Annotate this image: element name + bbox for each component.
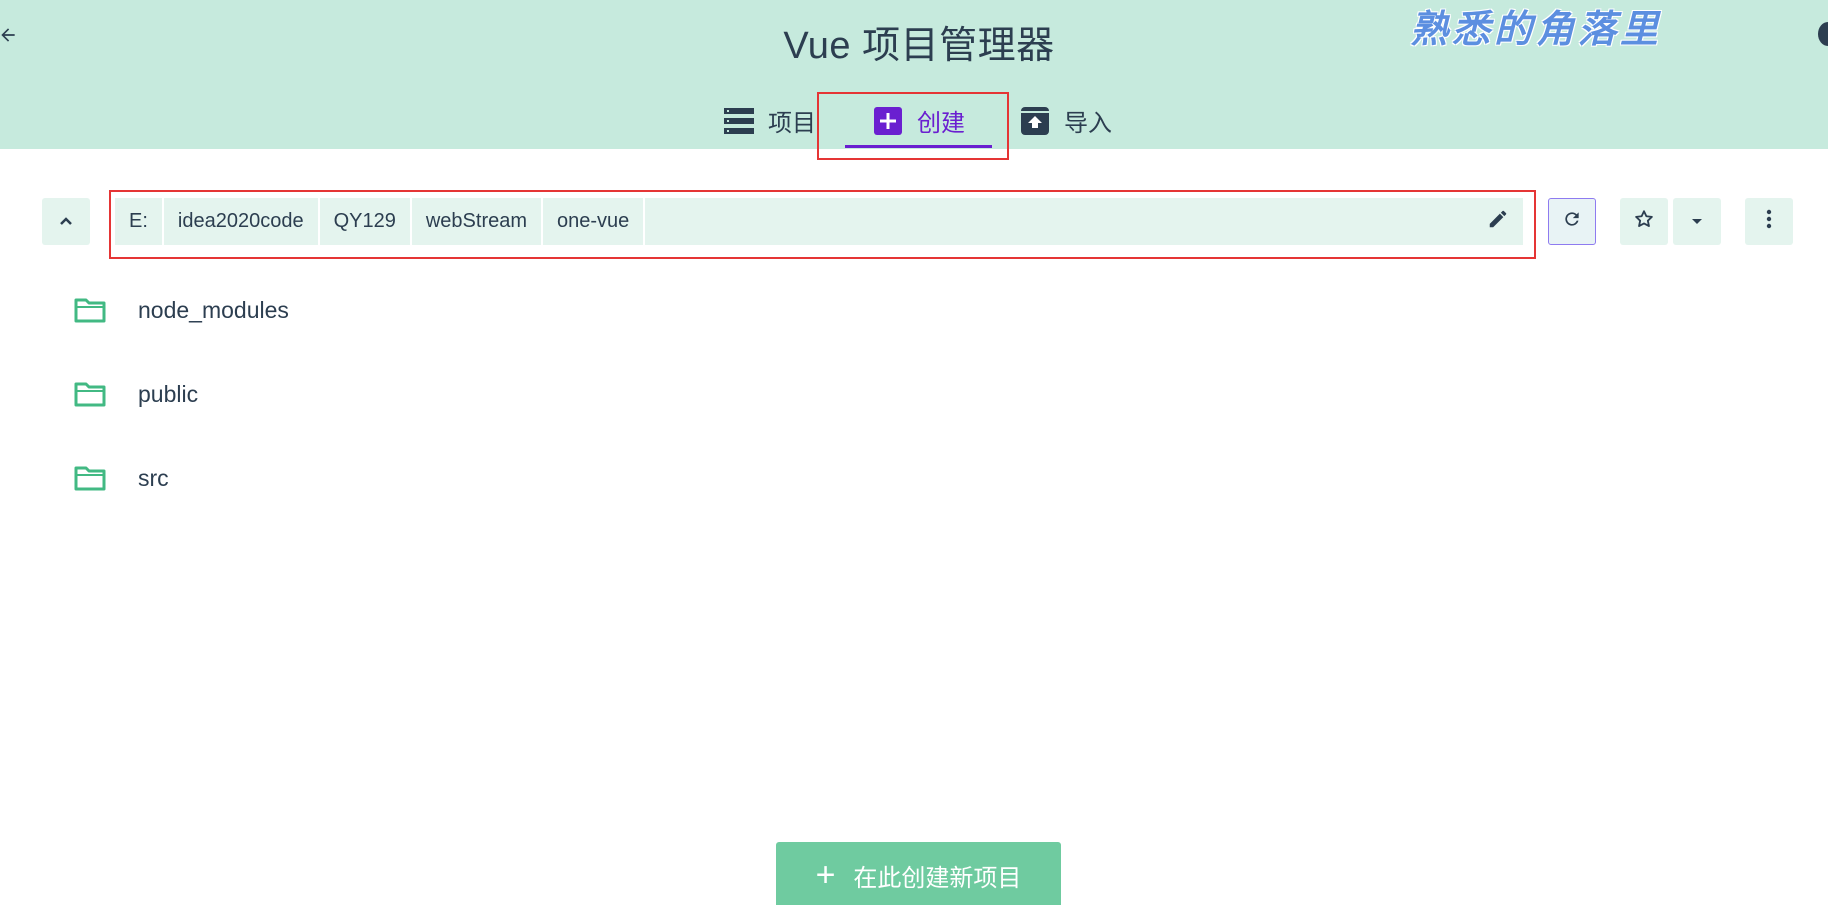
folder-up-button[interactable] (42, 198, 90, 245)
folder-item[interactable]: node_modules (60, 270, 1800, 350)
folder-item[interactable]: public (60, 354, 1800, 434)
tab-projects-label: 项目 (768, 110, 816, 137)
refresh-icon (1562, 209, 1582, 234)
tab-projects[interactable]: 项目 (724, 92, 816, 149)
unarchive-icon (1020, 106, 1050, 136)
star-icon (1633, 208, 1655, 235)
tab-import-label: 导入 (1064, 110, 1112, 137)
more-options-button[interactable] (1745, 198, 1793, 245)
favorites-dropdown-button[interactable] (1673, 198, 1721, 245)
favorite-button[interactable] (1620, 198, 1668, 245)
more-vertical-icon (1766, 209, 1772, 234)
create-project-label: 在此创建新项目 (853, 864, 1022, 892)
folder-name: public (138, 380, 199, 407)
folder-icon (74, 296, 106, 324)
refresh-button[interactable] (1548, 198, 1596, 245)
plus-icon: + (815, 856, 836, 894)
folder-icon (74, 464, 106, 492)
folder-icon (74, 380, 106, 408)
highlight-box-create-tab (817, 92, 1009, 160)
list-icon (724, 106, 754, 136)
caret-down-icon (1691, 213, 1703, 231)
highlight-box-path (109, 190, 1536, 259)
folder-item[interactable]: src (60, 438, 1800, 518)
create-project-here-button[interactable]: + 在此创建新项目 (776, 842, 1061, 905)
watermark-text: 熟悉的角落里 (1410, 6, 1663, 51)
chevron-up-icon (59, 213, 73, 231)
folder-name: node_modules (138, 296, 289, 323)
folder-name: src (138, 464, 169, 491)
tab-import[interactable]: 导入 (1020, 92, 1112, 149)
